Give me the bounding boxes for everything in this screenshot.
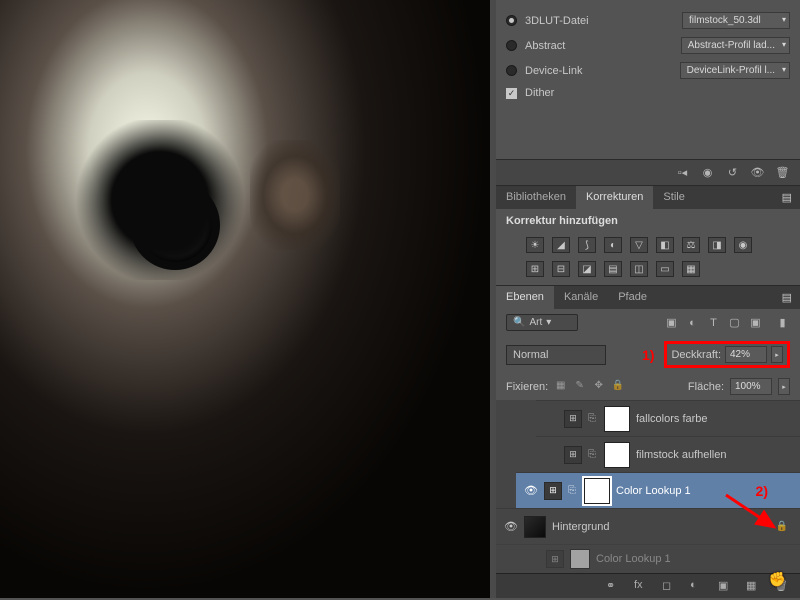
label-dither: Dither bbox=[525, 87, 554, 99]
new-layer-icon[interactable]: ▦ bbox=[746, 579, 760, 593]
adj-posterize-icon[interactable]: ▤ bbox=[604, 261, 622, 277]
new-adjustment-icon[interactable]: ◐ bbox=[690, 579, 704, 593]
adjustment-thumb-icon[interactable]: ⊞ bbox=[564, 446, 582, 464]
visibility-toggle[interactable]: 👁 bbox=[524, 484, 538, 497]
layer-fx-icon[interactable]: fx bbox=[634, 579, 648, 593]
adj-photofilter-icon[interactable]: ◉ bbox=[734, 237, 752, 253]
fill-label[interactable]: Fläche: bbox=[688, 381, 724, 393]
panel-menu-icon[interactable]: ▤ bbox=[774, 186, 800, 209]
filter-shape-icon[interactable]: ▢ bbox=[727, 316, 742, 329]
radio-devicelink[interactable] bbox=[506, 65, 517, 76]
adj-bw-icon[interactable]: ◨ bbox=[708, 237, 726, 253]
radio-3dlut[interactable] bbox=[506, 15, 517, 26]
annotation-arrow bbox=[722, 491, 782, 531]
label-abstract: Abstract bbox=[525, 40, 565, 52]
dropdown-devicelink[interactable]: DeviceLink-Profil l... bbox=[680, 62, 790, 79]
adjustment-thumb-icon[interactable]: ⊞ bbox=[564, 410, 582, 428]
adj-brightness-icon[interactable]: ☀ bbox=[526, 237, 544, 253]
filter-pixel-icon[interactable]: ▣ bbox=[664, 316, 679, 329]
layer-filter-dropdown[interactable]: 🔍 Art ▾ bbox=[506, 314, 578, 331]
lock-position-icon[interactable]: ✥ bbox=[592, 380, 605, 393]
layer-mask-thumb[interactable] bbox=[604, 442, 630, 468]
adj-hue-icon[interactable]: ◧ bbox=[656, 237, 674, 253]
trash-icon[interactable]: 🗑 bbox=[775, 166, 790, 179]
layer-mask-thumb[interactable] bbox=[584, 478, 610, 504]
adj-vibrance-icon[interactable]: ▽ bbox=[630, 237, 648, 253]
opacity-label[interactable]: Deckkraft: bbox=[671, 349, 721, 361]
adj-levels-icon[interactable]: ◢ bbox=[552, 237, 570, 253]
adjustments-title: Korrektur hinzufügen bbox=[496, 209, 800, 233]
adj-channelmixer-icon[interactable]: ⊞ bbox=[526, 261, 544, 277]
tab-ebenen[interactable]: Ebenen bbox=[496, 286, 554, 309]
tab-bibliotheken[interactable]: Bibliotheken bbox=[496, 186, 576, 209]
layer-name[interactable]: Color Lookup 1 bbox=[616, 485, 691, 497]
canvas-preview[interactable]: Nikon bbox=[0, 0, 490, 598]
tab-pfade[interactable]: Pfade bbox=[608, 286, 657, 309]
adj-gradientmap-icon[interactable]: ▭ bbox=[656, 261, 674, 277]
annotation-1: 1) bbox=[642, 347, 654, 363]
adj-selective-icon[interactable]: ▦ bbox=[682, 261, 700, 277]
layer-row[interactable]: ⊞ ⎘ fallcolors farbe bbox=[536, 400, 800, 436]
lock-pixels-icon[interactable]: ✎ bbox=[573, 380, 586, 393]
layer-name[interactable]: filmstock aufhellen bbox=[636, 449, 727, 461]
filter-type-icon[interactable]: T bbox=[706, 316, 721, 329]
visibility-icon[interactable]: 👁 bbox=[750, 166, 765, 179]
layer-thumb[interactable] bbox=[524, 516, 546, 538]
filter-adjust-icon[interactable]: ◐ bbox=[685, 316, 700, 329]
reset-icon[interactable]: ↺ bbox=[725, 166, 740, 179]
radio-abstract[interactable] bbox=[506, 40, 517, 51]
layers-panel-menu-icon[interactable]: ▤ bbox=[774, 286, 800, 309]
layer-name[interactable]: fallcolors farbe bbox=[636, 413, 708, 425]
tab-korrekturen[interactable]: Korrekturen bbox=[576, 186, 653, 209]
add-mask-icon[interactable]: ◻ bbox=[662, 579, 676, 593]
adj-invert-icon[interactable]: ◪ bbox=[578, 261, 596, 277]
opacity-input[interactable]: 42% bbox=[725, 346, 767, 363]
new-group-icon[interactable]: ▣ bbox=[718, 579, 732, 593]
adj-threshold-icon[interactable]: ◫ bbox=[630, 261, 648, 277]
camera-brand-text: Nikon bbox=[145, 155, 184, 171]
cursor-icon: ✊ bbox=[769, 571, 786, 588]
filter-toggle-icon[interactable]: ▮ bbox=[775, 316, 790, 329]
tab-stile[interactable]: Stile bbox=[653, 186, 694, 209]
lock-label: Fixieren: bbox=[506, 381, 548, 393]
link-mask-icon[interactable]: ⎘ bbox=[588, 449, 598, 460]
lock-transparency-icon[interactable]: ▦ bbox=[554, 380, 567, 393]
tab-kanaele[interactable]: Kanäle bbox=[554, 286, 608, 309]
fill-slider-toggle[interactable]: ▸ bbox=[778, 378, 790, 395]
label-3dlut: 3DLUT-Datei bbox=[525, 15, 589, 27]
layer-name[interactable]: Hintergrund bbox=[552, 521, 609, 533]
fill-input[interactable]: 100% bbox=[730, 378, 772, 395]
link-mask-icon[interactable]: ⎘ bbox=[588, 413, 598, 424]
checkbox-dither[interactable]: ✓ bbox=[506, 88, 517, 99]
link-layers-icon[interactable]: ⚭ bbox=[606, 579, 620, 593]
dropdown-3dlut[interactable]: filmstock_50.3dl bbox=[682, 12, 790, 29]
dropdown-abstract[interactable]: Abstract-Profil lad... bbox=[681, 37, 790, 54]
blend-mode-dropdown[interactable]: Normal bbox=[506, 345, 606, 365]
link-mask-icon[interactable]: ⎘ bbox=[568, 485, 578, 496]
visibility-toggle[interactable]: 👁 bbox=[504, 520, 518, 533]
view-previous-icon[interactable]: ◉ bbox=[700, 166, 715, 179]
layer-drag-ghost: ⊞ Color Lookup 1 bbox=[496, 544, 800, 573]
adj-colorbalance-icon[interactable]: ⚖ bbox=[682, 237, 700, 253]
adj-exposure-icon[interactable]: ◐ bbox=[604, 237, 622, 253]
layer-row[interactable]: ⊞ ⎘ filmstock aufhellen bbox=[536, 436, 800, 472]
filter-smart-icon[interactable]: ▣ bbox=[748, 316, 763, 329]
layer-row-background[interactable]: 👁 Hintergrund 🔒 bbox=[496, 508, 800, 544]
clip-to-layer-icon[interactable]: ▫◂ bbox=[675, 166, 690, 179]
adjustment-thumb-icon[interactable]: ⊞ bbox=[544, 482, 562, 500]
opacity-slider-toggle[interactable]: ▸ bbox=[771, 346, 783, 363]
lock-all-icon[interactable]: 🔒 bbox=[611, 380, 624, 393]
layer-mask-thumb[interactable] bbox=[604, 406, 630, 432]
adj-colorlookup-icon[interactable]: ⊟ bbox=[552, 261, 570, 277]
label-devicelink: Device-Link bbox=[525, 65, 582, 77]
adj-curves-icon[interactable]: ⟆ bbox=[578, 237, 596, 253]
